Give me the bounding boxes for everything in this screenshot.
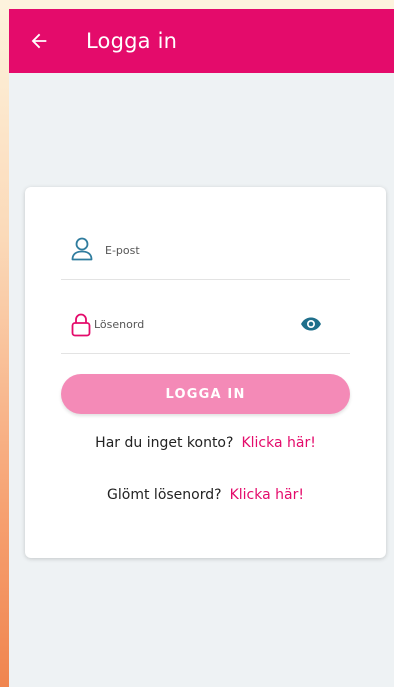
email-field-row bbox=[61, 223, 350, 280]
window-top-strip bbox=[0, 0, 394, 9]
forgot-password-text: Glömt lösenord? bbox=[107, 487, 222, 503]
signup-prompt: Har du inget konto? Klicka här! bbox=[25, 435, 386, 451]
login-card: LOGGA IN Har du inget konto?Klicka här! … bbox=[25, 187, 386, 558]
forgot-password-link[interactable]: Klicka här! bbox=[230, 487, 304, 503]
password-input[interactable] bbox=[94, 309, 314, 339]
lock-icon bbox=[71, 313, 91, 337]
eye-icon[interactable] bbox=[300, 317, 322, 331]
email-input[interactable] bbox=[105, 235, 325, 265]
forgot-password-prompt: Glömt lösenord? Klicka här! bbox=[25, 487, 386, 503]
arrow-left-icon[interactable] bbox=[28, 30, 50, 52]
app-screen: Logga in LOGGA IN Har du inget kont bbox=[9, 9, 394, 687]
app-bar: Logga in bbox=[9, 9, 394, 73]
login-button[interactable]: LOGGA IN bbox=[61, 374, 350, 414]
signup-prompt-text: Har du inget konto? bbox=[95, 435, 234, 451]
signup-link[interactable]: Klicka här! bbox=[241, 435, 315, 451]
person-icon bbox=[71, 237, 93, 261]
page-title: Logga in bbox=[86, 29, 178, 53]
password-field-row bbox=[61, 297, 350, 354]
